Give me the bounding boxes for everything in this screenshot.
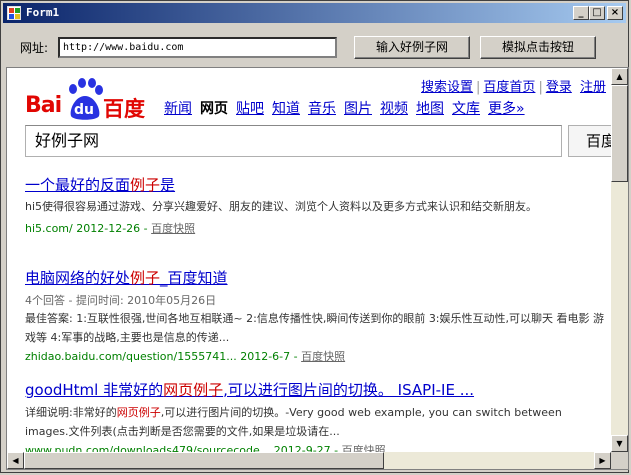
result-meta: 4个回答 - 提问时间: 2010年05月26日: [25, 294, 217, 307]
result-snippet: 详细说明:非常好的网页例子,可以进行图片间的切换。-Very good web …: [25, 406, 562, 438]
baidu-search-input[interactable]: 好例子网: [25, 125, 562, 157]
maximize-icon: □: [592, 7, 602, 18]
search-result: 一个最好的反面例子是 hi5使得很容易通过游戏、分享兴趣爱好、朋友的建议、浏览个…: [25, 174, 605, 236]
address-input[interactable]: http://www.baidu.com: [58, 37, 337, 58]
logo-chinese: 百度: [103, 97, 145, 121]
nav-music[interactable]: 音乐: [308, 101, 336, 117]
close-button[interactable]: ×: [607, 6, 623, 20]
minimize-icon: _: [578, 7, 584, 18]
result-snippet: hi5使得很容易通过游戏、分享兴趣爱好、朋友的建议、浏览个人资料以及更多方式来认…: [25, 200, 538, 213]
logo-du: du: [74, 102, 94, 118]
simulate-click-button[interactable]: 模拟点击按钮: [480, 36, 596, 59]
result-title-link[interactable]: 电脑网络的好处例子_百度知道: [25, 267, 605, 288]
nav-video[interactable]: 视频: [380, 101, 408, 117]
scroll-right-icon: ▶: [599, 456, 606, 465]
baidu-top-links: 搜索设置 | 百度首页 | 登录 注册: [421, 80, 606, 95]
result-snippet: 最佳答案: 1:互联性很强,世间各地互相联通~ 2:信息传播性快,瞬间传送到你的…: [25, 312, 605, 344]
nav-wenku[interactable]: 文库: [452, 101, 480, 117]
logo-bai: Bai: [25, 93, 62, 118]
nav-map[interactable]: 地图: [416, 101, 444, 117]
search-settings-link[interactable]: 搜索设置: [421, 80, 473, 95]
scroll-right-button[interactable]: ▶: [594, 452, 611, 469]
nav-images[interactable]: 图片: [344, 101, 372, 117]
search-result: 电脑网络的好处例子_百度知道 4个回答 - 提问时间: 2010年05月26日 …: [25, 267, 605, 364]
result-cache-link[interactable]: 百度快照: [151, 222, 195, 235]
address-label: 网址:: [20, 41, 49, 55]
web-browser[interactable]: 搜索设置 | 百度首页 | 登录 注册 Bai du 百度 新闻 网页 贴吧 知道 音乐 图片 视频…: [6, 67, 629, 470]
vertical-scrollbar[interactable]: ▲ ▼: [611, 68, 628, 452]
result-url: hi5.com/ 2012-12-26 - 百度快照: [25, 222, 196, 235]
close-icon: ×: [610, 7, 620, 18]
app-icon: [7, 6, 21, 20]
nav-tieba[interactable]: 贴吧: [236, 101, 264, 117]
scroll-down-icon: ▼: [616, 439, 623, 448]
scroll-h-thumb[interactable]: [24, 452, 384, 469]
horizontal-scrollbar[interactable]: ◀ ▶: [7, 452, 611, 469]
scroll-up-icon: ▲: [616, 72, 623, 81]
baidu-nav: 新闻 网页 贴吧 知道 音乐 图片 视频 地图 文库 更多»: [164, 98, 533, 118]
nav-web[interactable]: 网页: [200, 101, 228, 117]
minimize-button[interactable]: _: [573, 6, 589, 20]
baidu-logo[interactable]: Bai du 百度: [25, 78, 150, 121]
window-title: Form1: [26, 6, 60, 19]
result-url: zhidao.baidu.com/question/1555741... 201…: [25, 350, 346, 363]
nav-zhidao[interactable]: 知道: [272, 101, 300, 117]
scroll-left-button[interactable]: ◀: [7, 452, 24, 469]
result-title-link[interactable]: 一个最好的反面例子是: [25, 174, 605, 195]
result-title-link[interactable]: goodHtml 非常好的网页例子,可以进行图片间的切换。 ISAPI-IE .…: [25, 379, 605, 400]
scroll-thumb[interactable]: [611, 85, 628, 182]
baidu-home-link[interactable]: 百度首页: [483, 80, 535, 95]
maximize-button[interactable]: □: [589, 6, 605, 20]
nav-more[interactable]: 更多»: [488, 101, 525, 117]
title-bar[interactable]: Form1 _ □ ×: [3, 3, 626, 23]
register-link[interactable]: 注册: [580, 80, 606, 95]
input-example-button[interactable]: 输入好例子网: [354, 36, 470, 59]
scroll-left-icon: ◀: [12, 456, 19, 465]
result-cache-link[interactable]: 百度快照: [301, 350, 345, 363]
scroll-corner: [611, 452, 628, 469]
search-result: goodHtml 非常好的网页例子,可以进行图片间的切换。 ISAPI-IE .…: [25, 379, 605, 458]
nav-news[interactable]: 新闻: [164, 101, 192, 117]
main-window: Form1 _ □ × 网址: http://www.baidu.com 输入好…: [0, 0, 629, 473]
login-link[interactable]: 登录: [546, 80, 572, 95]
scroll-up-button[interactable]: ▲: [611, 68, 628, 85]
scroll-down-button[interactable]: ▼: [611, 435, 628, 452]
